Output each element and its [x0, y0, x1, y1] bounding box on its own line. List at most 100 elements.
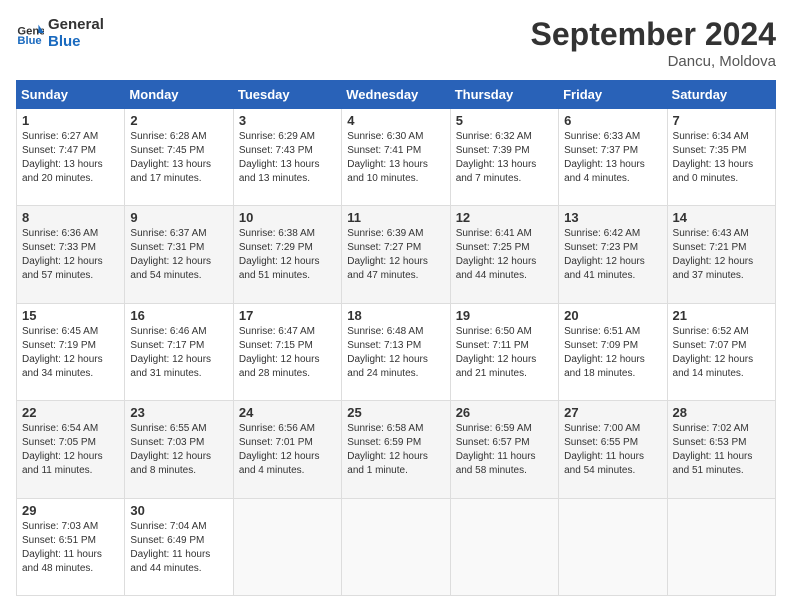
calendar-cell: 17Sunrise: 6:47 AM Sunset: 7:15 PM Dayli…: [233, 303, 341, 400]
cell-info: Sunrise: 6:45 AM Sunset: 7:19 PM Dayligh…: [22, 325, 119, 381]
cell-info: Sunrise: 6:29 AM Sunset: 7:43 PM Dayligh…: [239, 130, 336, 186]
calendar-cell: 24 Sunrise: 6:56 AM Sunset: 7:01 PM Dayli…: [233, 401, 341, 498]
cell-info: Sunrise: 6:27 AM Sunset: 7:47 PM Dayligh…: [22, 130, 119, 186]
day-number: 3: [239, 113, 336, 128]
calendar-week-4: 22 Sunrise: 6:54 AM Sunset: 7:05 PM Dayli…: [17, 401, 776, 498]
calendar-week-3: 15 Sunrise: 6:45 AM Sunset: 7:19 PM Dayli…: [17, 303, 776, 400]
cell-info: Sunrise: 6:41 AM Sunset: 7:25 PM Dayligh…: [456, 227, 553, 283]
day-number: 12: [456, 210, 553, 225]
calendar-cell: 10Sunrise: 6:38 AM Sunset: 7:29 PM Dayli…: [233, 206, 341, 303]
day-number: 2: [130, 113, 227, 128]
calendar-cell: 26 Sunrise: 6:59 AM Sunset: 6:57 PM Dayli…: [450, 401, 558, 498]
day-number: 1: [22, 113, 119, 128]
calendar-cell: 22 Sunrise: 6:54 AM Sunset: 7:05 PM Dayli…: [17, 401, 125, 498]
svg-text:Blue: Blue: [17, 35, 41, 47]
calendar-cell: 4Sunrise: 6:30 AM Sunset: 7:41 PM Daylig…: [342, 109, 450, 206]
calendar-cell: [559, 498, 667, 595]
logo: General Blue General Blue: [16, 16, 104, 50]
cell-info: Sunrise: 6:52 AM Sunset: 7:07 PM Dayligh…: [673, 325, 770, 381]
calendar-cell: [233, 498, 341, 595]
calendar-cell: 19 Sunrise: 6:50 AM Sunset: 7:11 PM Dayli…: [450, 303, 558, 400]
calendar-week-1: 1 Sunrise: 6:27 AM Sunset: 7:47 PM Daylig…: [17, 109, 776, 206]
cell-info: Sunrise: 7:03 AM Sunset: 6:51 PM Dayligh…: [22, 520, 119, 576]
calendar-cell: 14 Sunrise: 6:43 AM Sunset: 7:21 PM Dayli…: [667, 206, 775, 303]
day-number: 17: [239, 308, 336, 323]
day-number: 19: [456, 308, 553, 323]
day-number: 23: [130, 405, 227, 420]
day-number: 11: [347, 210, 444, 225]
day-number: 16: [130, 308, 227, 323]
day-number: 22: [22, 405, 119, 420]
calendar-cell: 23 Sunrise: 6:55 AM Sunset: 7:03 PM Dayli…: [125, 401, 233, 498]
cell-info: Sunrise: 6:32 AM Sunset: 7:39 PM Dayligh…: [456, 130, 553, 186]
cell-info: Sunrise: 6:42 AM Sunset: 7:23 PM Dayligh…: [564, 227, 661, 283]
day-header-friday: Friday: [559, 81, 667, 109]
cell-info: Sunrise: 6:56 AM Sunset: 7:01 PM Dayligh…: [239, 422, 336, 478]
calendar-week-5: 29 Sunrise: 7:03 AM Sunset: 6:51 PM Dayli…: [17, 498, 776, 595]
calendar-header-row: SundayMondayTuesdayWednesdayThursdayFrid…: [17, 81, 776, 109]
day-header-thursday: Thursday: [450, 81, 558, 109]
cell-info: Sunrise: 6:48 AM Sunset: 7:13 PM Dayligh…: [347, 325, 444, 381]
cell-info: Sunrise: 6:55 AM Sunset: 7:03 PM Dayligh…: [130, 422, 227, 478]
calendar-cell: 13 Sunrise: 6:42 AM Sunset: 7:23 PM Dayli…: [559, 206, 667, 303]
day-number: 25: [347, 405, 444, 420]
logo-line1: General: [48, 16, 104, 33]
calendar-cell: 6Sunrise: 6:33 AM Sunset: 7:37 PM Daylig…: [559, 109, 667, 206]
calendar-cell: 8Sunrise: 6:36 AM Sunset: 7:33 PM Daylig…: [17, 206, 125, 303]
calendar-week-2: 8Sunrise: 6:36 AM Sunset: 7:33 PM Daylig…: [17, 206, 776, 303]
day-header-tuesday: Tuesday: [233, 81, 341, 109]
day-number: 10: [239, 210, 336, 225]
calendar-cell: 20Sunrise: 6:51 AM Sunset: 7:09 PM Dayli…: [559, 303, 667, 400]
calendar-cell: 25 Sunrise: 6:58 AM Sunset: 6:59 PM Dayli…: [342, 401, 450, 498]
day-number: 8: [22, 210, 119, 225]
calendar-cell: 11Sunrise: 6:39 AM Sunset: 7:27 PM Dayli…: [342, 206, 450, 303]
cell-info: Sunrise: 6:54 AM Sunset: 7:05 PM Dayligh…: [22, 422, 119, 478]
day-header-monday: Monday: [125, 81, 233, 109]
calendar-cell: 1 Sunrise: 6:27 AM Sunset: 7:47 PM Daylig…: [17, 109, 125, 206]
day-number: 5: [456, 113, 553, 128]
logo-line2: Blue: [48, 33, 104, 50]
cell-info: Sunrise: 6:37 AM Sunset: 7:31 PM Dayligh…: [130, 227, 227, 283]
day-header-wednesday: Wednesday: [342, 81, 450, 109]
day-number: 13: [564, 210, 661, 225]
day-number: 27: [564, 405, 661, 420]
calendar-cell: 16 Sunrise: 6:46 AM Sunset: 7:17 PM Dayli…: [125, 303, 233, 400]
cell-info: Sunrise: 7:00 AM Sunset: 6:55 PM Dayligh…: [564, 422, 661, 478]
month-title: September 2024: [531, 16, 776, 53]
day-number: 29: [22, 503, 119, 518]
day-number: 14: [673, 210, 770, 225]
calendar-cell: 15 Sunrise: 6:45 AM Sunset: 7:19 PM Dayli…: [17, 303, 125, 400]
title-block: September 2024 Dancu, Moldova: [531, 16, 776, 70]
cell-info: Sunrise: 6:59 AM Sunset: 6:57 PM Dayligh…: [456, 422, 553, 478]
calendar-cell: 3 Sunrise: 6:29 AM Sunset: 7:43 PM Daylig…: [233, 109, 341, 206]
cell-info: Sunrise: 6:58 AM Sunset: 6:59 PM Dayligh…: [347, 422, 444, 478]
calendar-cell: 28 Sunrise: 7:02 AM Sunset: 6:53 PM Dayli…: [667, 401, 775, 498]
day-number: 18: [347, 308, 444, 323]
day-number: 21: [673, 308, 770, 323]
cell-info: Sunrise: 6:50 AM Sunset: 7:11 PM Dayligh…: [456, 325, 553, 381]
calendar-cell: 18 Sunrise: 6:48 AM Sunset: 7:13 PM Dayli…: [342, 303, 450, 400]
day-header-saturday: Saturday: [667, 81, 775, 109]
calendar-table: SundayMondayTuesdayWednesdayThursdayFrid…: [16, 80, 776, 596]
calendar-cell: 5 Sunrise: 6:32 AM Sunset: 7:39 PM Daylig…: [450, 109, 558, 206]
day-number: 28: [673, 405, 770, 420]
location: Dancu, Moldova: [531, 53, 776, 70]
day-number: 30: [130, 503, 227, 518]
calendar-cell: [342, 498, 450, 595]
calendar-cell: 7Sunrise: 6:34 AM Sunset: 7:35 PM Daylig…: [667, 109, 775, 206]
cell-info: Sunrise: 6:43 AM Sunset: 7:21 PM Dayligh…: [673, 227, 770, 283]
day-number: 26: [456, 405, 553, 420]
calendar-cell: [450, 498, 558, 595]
day-number: 15: [22, 308, 119, 323]
cell-info: Sunrise: 7:02 AM Sunset: 6:53 PM Dayligh…: [673, 422, 770, 478]
day-number: 4: [347, 113, 444, 128]
calendar-cell: [667, 498, 775, 595]
day-number: 24: [239, 405, 336, 420]
cell-info: Sunrise: 6:51 AM Sunset: 7:09 PM Dayligh…: [564, 325, 661, 381]
day-number: 7: [673, 113, 770, 128]
cell-info: Sunrise: 7:04 AM Sunset: 6:49 PM Dayligh…: [130, 520, 227, 576]
day-number: 9: [130, 210, 227, 225]
day-number: 6: [564, 113, 661, 128]
calendar-cell: 30 Sunrise: 7:04 AM Sunset: 6:49 PM Dayli…: [125, 498, 233, 595]
cell-info: Sunrise: 6:46 AM Sunset: 7:17 PM Dayligh…: [130, 325, 227, 381]
